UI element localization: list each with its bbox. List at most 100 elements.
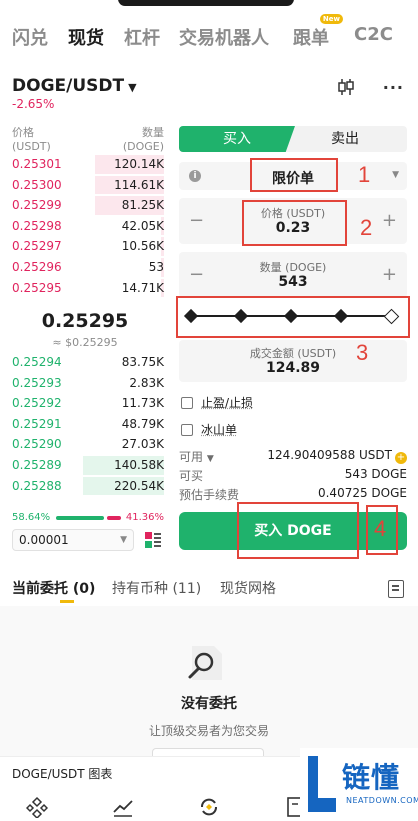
more-icon[interactable]: ···: [383, 78, 404, 97]
can-buy-value: 543 DOGE: [344, 467, 407, 481]
buy-ratio: 58.64%: [12, 512, 51, 523]
order-history-icon[interactable]: [388, 580, 404, 598]
bid-quantity: 2.83K: [129, 375, 164, 390]
qty-header: 数量: [142, 126, 164, 139]
asks-list: 0.25301 120.14K 0.25300 114.61K 0.25299 81.25…: [0, 154, 170, 298]
sell-ratio-bar: [107, 516, 121, 520]
bid-quantity: 11.73K: [121, 396, 164, 411]
last-price-usd: ≈ $0.25295: [52, 336, 118, 349]
home-icon[interactable]: [26, 796, 48, 818]
tp-sl-label: 止盈/止损: [201, 396, 254, 410]
ask-row[interactable]: 0.25298 42.05K: [0, 216, 170, 237]
copy-trading-button[interactable]: [152, 748, 264, 756]
bid-price: 0.25292: [12, 396, 62, 411]
available-value: 124.90409588 USDT: [267, 448, 392, 462]
fee-value: 0.40725 DOGE: [317, 486, 407, 500]
ask-price: 0.25296: [12, 259, 62, 274]
tab-open-orders[interactable]: 当前委托 (0): [12, 578, 95, 598]
annotation-number-4: 4: [374, 516, 387, 541]
annotation-box-4: [237, 502, 359, 559]
ask-price: 0.25295: [12, 280, 62, 295]
deposit-plus-icon[interactable]: +: [395, 452, 407, 464]
caret-down-icon: ▼: [128, 81, 137, 94]
fee-label: 预估手续费: [179, 488, 240, 502]
buy-sell-tabs: 卖出 买入: [179, 126, 407, 152]
tab-copy-trading[interactable]: 跟单 New: [293, 14, 343, 50]
ask-quantity: 42.05K: [121, 218, 164, 233]
annotation-number-3: 3: [356, 340, 369, 365]
empty-title: 没有委托: [181, 696, 237, 712]
sell-tab[interactable]: 卖出: [283, 126, 407, 152]
bid-row[interactable]: 0.25290 27.03K: [0, 434, 170, 455]
tab-spot[interactable]: 现货: [68, 24, 104, 50]
ask-quantity: 81.25K: [121, 198, 164, 213]
bids-list: 0.25294 83.75K 0.25293 2.83K 0.25292 11.73K 0.…: [0, 352, 170, 496]
fee-row: 预估手续费 0.40725 DOGE: [179, 486, 407, 502]
ask-price: 0.25300: [12, 177, 62, 192]
available-label: 可用: [179, 450, 204, 464]
bid-row[interactable]: 0.25294 83.75K: [0, 352, 170, 373]
ask-row[interactable]: 0.25300 114.61K: [0, 175, 170, 196]
new-badge: New: [319, 14, 343, 24]
bid-row[interactable]: 0.25292 11.73K: [0, 393, 170, 414]
bid-quantity: 140.58K: [114, 457, 164, 472]
caret-down-icon: ▼: [206, 454, 214, 464]
quantity-field[interactable]: − 数量 (DOGE) 543 +: [179, 252, 407, 298]
bid-row[interactable]: 0.25289 140.58K: [0, 455, 170, 476]
tab-convert[interactable]: 闪兑: [12, 24, 48, 50]
tab-trading-bots[interactable]: 交易机器人: [179, 24, 269, 50]
total-field[interactable]: 成交金额 (USDT) 124.89: [179, 340, 407, 382]
tab-spot-grid[interactable]: 现货网格: [220, 578, 276, 598]
tp-sl-option[interactable]: 止盈/止损: [181, 394, 253, 411]
caret-down-icon: ▼: [392, 170, 399, 180]
bid-price: 0.25291: [12, 416, 62, 431]
ask-row[interactable]: 0.25297 10.56K: [0, 236, 170, 257]
ask-row[interactable]: 0.25295 14.71K: [0, 278, 170, 299]
bid-row[interactable]: 0.25291 48.79K: [0, 414, 170, 435]
ask-row[interactable]: 0.25299 81.25K: [0, 195, 170, 216]
available-row: 可用 ▼ 124.90409588 USDT +: [179, 448, 407, 464]
ask-quantity: 10.56K: [121, 239, 164, 254]
last-price[interactable]: 0.25295: [0, 310, 170, 332]
orderbook-layout-icon[interactable]: [144, 531, 162, 549]
active-tab-indicator: [60, 600, 74, 603]
available-label-wrap[interactable]: 可用 ▼: [179, 448, 214, 465]
tp-sl-checkbox[interactable]: [181, 396, 193, 409]
bid-row[interactable]: 0.25293 2.83K: [0, 373, 170, 394]
bid-quantity: 27.03K: [121, 437, 164, 452]
ask-price: 0.25299: [12, 198, 62, 213]
tab-holdings[interactable]: 持有币种 (11): [112, 578, 201, 598]
ask-quantity: 14.71K: [121, 280, 164, 295]
orders-tabs: 当前委托 (0) 持有币种 (11) 现货网格: [12, 578, 412, 603]
annotation-box-1: [250, 158, 338, 192]
bid-quantity: 48.79K: [121, 416, 164, 431]
quantity-plus-button[interactable]: +: [382, 264, 397, 285]
sell-ratio: 41.36%: [125, 512, 164, 523]
trade-icon[interactable]: [198, 796, 220, 818]
candlestick-icon[interactable]: [337, 78, 355, 96]
caret-down-icon: ▼: [120, 535, 127, 545]
watermark-text: 链懂: [342, 761, 401, 794]
price-plus-button[interactable]: +: [382, 210, 397, 231]
can-buy-label: 可买: [179, 469, 204, 483]
bid-row[interactable]: 0.25288 220.54K: [0, 476, 170, 497]
top-nav: 闪兑 现货 杠杆 交易机器人 跟单 New C2C: [0, 14, 418, 58]
tab-c2c[interactable]: C2C: [354, 24, 393, 45]
iceberg-option[interactable]: 冰山单: [181, 421, 237, 438]
ask-quantity: 53: [148, 259, 164, 274]
quantity-input[interactable]: 543: [179, 274, 407, 290]
precision-select[interactable]: 0.00001 ▼: [12, 529, 134, 551]
total-input[interactable]: 124.89: [179, 360, 407, 376]
iceberg-checkbox[interactable]: [181, 423, 193, 436]
annotation-number-1: 1: [358, 162, 371, 187]
ask-row[interactable]: 0.25296 53: [0, 257, 170, 278]
empty-subtitle: 让顶级交易者为您交易: [148, 724, 269, 738]
tab-copy-trading-label: 跟单: [293, 28, 329, 49]
watermark-l-icon: [308, 756, 336, 812]
precision-value: 0.00001: [19, 533, 69, 547]
markets-icon[interactable]: [112, 796, 134, 818]
bid-price: 0.25288: [12, 478, 62, 493]
tab-margin[interactable]: 杠杆: [124, 24, 160, 50]
ask-row[interactable]: 0.25301 120.14K: [0, 154, 170, 175]
buy-tab[interactable]: 买入: [179, 126, 295, 152]
